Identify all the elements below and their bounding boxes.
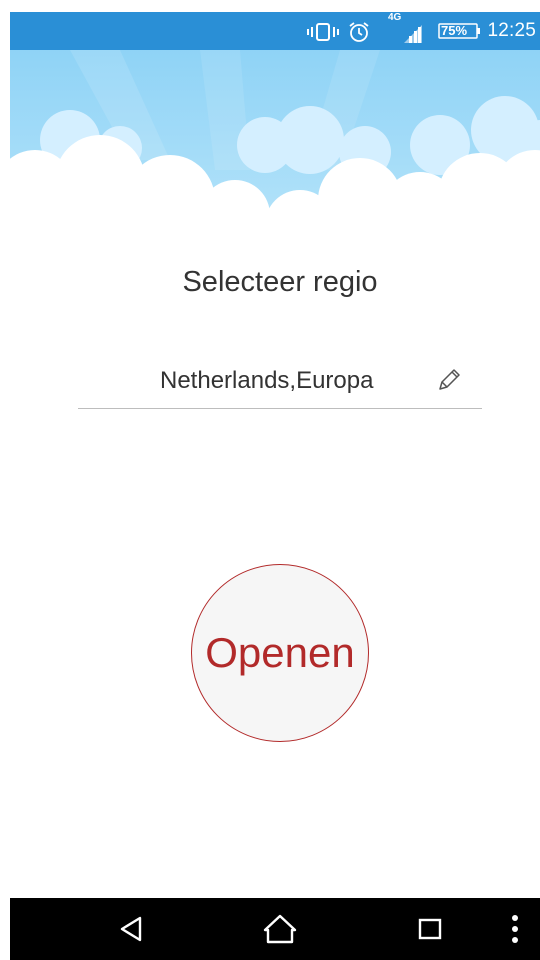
back-icon[interactable] bbox=[110, 898, 154, 960]
open-button-label: Openen bbox=[205, 629, 355, 676]
status-bar: 4G 75% 12:25 bbox=[10, 12, 540, 50]
home-icon[interactable] bbox=[258, 898, 302, 960]
app-screen: 4G 75% 12:25 Selecteer regio Netherlands… bbox=[0, 0, 540, 960]
more-icon[interactable] bbox=[500, 898, 530, 960]
signal-icon bbox=[404, 25, 422, 43]
screen-edge bbox=[0, 0, 10, 960]
open-button[interactable]: Openen bbox=[191, 564, 369, 742]
battery-icon: 75% bbox=[438, 23, 480, 39]
region-selector[interactable]: Netherlands,Europa bbox=[78, 358, 482, 409]
page-title: Selecteer regio bbox=[182, 266, 378, 298]
battery-level: 75% bbox=[441, 23, 468, 38]
sky-clouds-illustration bbox=[10, 50, 540, 240]
network-type-label: 4G bbox=[388, 12, 402, 23]
region-value: Netherlands,Europa bbox=[160, 367, 374, 394]
clock: 12:25 bbox=[487, 20, 536, 41]
pencil-icon[interactable] bbox=[434, 365, 464, 395]
vibrate-icon bbox=[307, 23, 339, 41]
recents-icon[interactable] bbox=[408, 898, 452, 960]
alarm-icon bbox=[349, 22, 369, 42]
navigation-bar bbox=[10, 898, 540, 960]
